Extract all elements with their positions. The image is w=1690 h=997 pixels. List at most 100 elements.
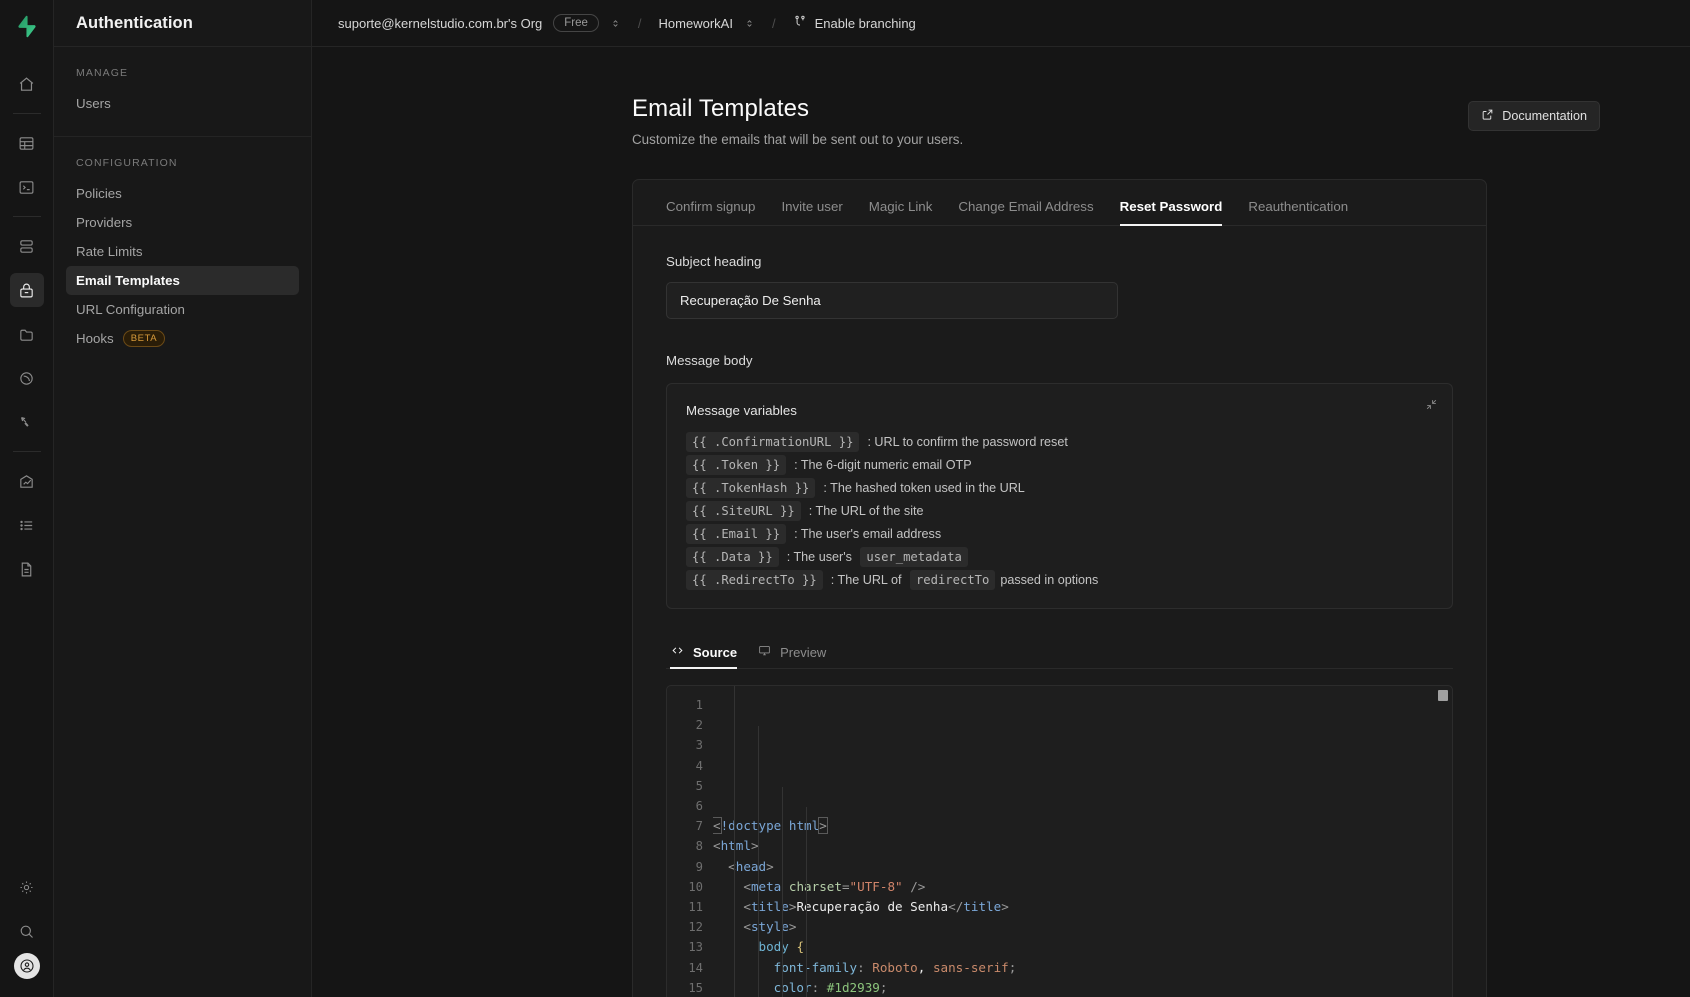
subject-heading-input[interactable]: Recuperação De Senha bbox=[666, 282, 1118, 319]
rail-item-home[interactable] bbox=[10, 67, 44, 101]
sidebar-item-policies[interactable]: Policies bbox=[66, 179, 299, 208]
list-item: {{ .Token }} : The 6-digit numeric email… bbox=[686, 455, 1432, 475]
list-item: {{ .Data }} : The user's user_metadata bbox=[686, 547, 1432, 567]
line-number: 2 bbox=[695, 718, 703, 733]
rail-item-storage[interactable] bbox=[10, 317, 44, 351]
line-number: 5 bbox=[695, 778, 703, 793]
tab-preview[interactable]: Preview bbox=[757, 644, 826, 668]
line-number: 12 bbox=[688, 920, 703, 935]
line-number: 3 bbox=[695, 738, 703, 753]
sidebar-group-label: CONFIGURATION bbox=[76, 157, 178, 169]
breadcrumb-org[interactable]: suporte@kernelstudio.com.br's Org bbox=[338, 16, 542, 31]
documentation-label: Documentation bbox=[1502, 109, 1587, 123]
sidebar-group-label: MANAGE bbox=[76, 67, 129, 79]
breadcrumb-separator: / bbox=[637, 15, 642, 31]
collapse-icon[interactable] bbox=[1425, 398, 1438, 416]
code-text[interactable]: <!doctype html> <html> <head> <meta chars… bbox=[713, 686, 1452, 997]
sidebar-item-url-configuration[interactable]: URL Configuration bbox=[66, 295, 299, 324]
tab-magic-link[interactable]: Magic Link bbox=[869, 199, 933, 225]
list-item: {{ .Email }} : The user's email address bbox=[686, 524, 1432, 544]
variable-description: : The hashed token used in the URL bbox=[823, 481, 1025, 495]
variable-description: : The user's bbox=[786, 550, 856, 564]
line-number: 11 bbox=[688, 900, 703, 915]
email-templates-panel: Confirm signup Invite user Magic Link Ch… bbox=[632, 179, 1487, 997]
rail-item-logs[interactable] bbox=[10, 508, 44, 542]
sidebar-group-configuration: CONFIGURATION Policies Providers Rate Li… bbox=[54, 136, 311, 371]
list-item: {{ .RedirectTo }} : The URL of redirectT… bbox=[686, 570, 1432, 590]
chevron-updown-icon[interactable] bbox=[744, 17, 755, 30]
sidebar-item-label: Email Templates bbox=[76, 273, 180, 288]
enable-branching-label: Enable branching bbox=[814, 15, 916, 31]
tab-reset-password[interactable]: Reset Password bbox=[1119, 199, 1222, 226]
search-icon[interactable] bbox=[10, 914, 44, 948]
app-root: Authentication MANAGE Users CONFIGURATIO… bbox=[0, 0, 1690, 997]
sidebar-item-email-templates[interactable]: Email Templates bbox=[66, 266, 299, 295]
variable-token: {{ .Data }} bbox=[686, 547, 779, 567]
variable-inline-chip: redirectTo bbox=[909, 570, 996, 590]
sidebar-item-providers[interactable]: Providers bbox=[66, 208, 299, 237]
line-number: 9 bbox=[695, 859, 703, 874]
avatar[interactable] bbox=[13, 953, 40, 979]
variable-token: {{ .Email }} bbox=[686, 524, 787, 544]
sidebar-item-users[interactable]: Users bbox=[66, 89, 299, 118]
variable-inline-chip: user_metadata bbox=[860, 547, 968, 567]
sidebar-item-hooks[interactable]: Hooks BETA bbox=[66, 324, 299, 353]
editor-scrollbar-thumb[interactable] bbox=[1438, 690, 1448, 701]
line-number: 13 bbox=[688, 940, 703, 955]
variable-description: : The URL of the site bbox=[808, 504, 924, 518]
variable-description: : The 6-digit numeric email OTP bbox=[794, 458, 972, 472]
breadcrumb-project[interactable]: HomeworkAI bbox=[659, 16, 733, 31]
rail-divider bbox=[12, 216, 41, 217]
sidebar-item-rate-limits[interactable]: Rate Limits bbox=[66, 237, 299, 266]
variable-token: {{ .SiteURL }} bbox=[686, 501, 801, 521]
list-item: {{ .SiteURL }} : The URL of the site bbox=[686, 501, 1432, 521]
rail-divider bbox=[12, 451, 41, 452]
rail-divider bbox=[12, 113, 41, 114]
code-editor[interactable]: 1 2 3 4 5 6 7 8 9 10 11 12 13 14 15 <!do… bbox=[666, 685, 1453, 997]
tab-reauthentication[interactable]: Reauthentication bbox=[1248, 199, 1348, 225]
variable-description: : URL to confirm the password reset bbox=[867, 435, 1068, 449]
supabase-logo-icon[interactable] bbox=[0, 8, 54, 44]
enable-branching-button[interactable]: Enable branching bbox=[793, 14, 916, 32]
template-tabs: Confirm signup Invite user Magic Link Ch… bbox=[633, 180, 1486, 226]
sidebar-item-label: Users bbox=[76, 96, 111, 111]
list-item: {{ .ConfirmationURL }} : URL to confirm … bbox=[686, 432, 1432, 452]
sidebar-item-label: URL Configuration bbox=[76, 302, 185, 317]
line-number: 15 bbox=[688, 980, 703, 995]
line-number: 14 bbox=[688, 960, 703, 975]
branch-icon bbox=[793, 14, 807, 32]
product-sidebar: Authentication MANAGE Users CONFIGURATIO… bbox=[54, 0, 312, 997]
tab-source[interactable]: Source bbox=[670, 644, 738, 669]
tab-change-email-address[interactable]: Change Email Address bbox=[958, 199, 1093, 225]
documentation-button[interactable]: Documentation bbox=[1468, 101, 1600, 131]
rail-item-database[interactable] bbox=[10, 229, 44, 263]
variable-description: : The user's email address bbox=[794, 527, 942, 541]
editor-mode-tabs: Source Preview bbox=[666, 635, 1453, 669]
chevron-updown-icon[interactable] bbox=[610, 17, 621, 30]
gear-icon[interactable] bbox=[10, 870, 44, 904]
sidebar-item-label: Policies bbox=[76, 186, 122, 201]
rail-item-sql-editor[interactable] bbox=[10, 170, 44, 204]
line-number: 4 bbox=[695, 758, 703, 773]
message-body-label: Message body bbox=[666, 353, 753, 368]
message-variables-list: {{ .ConfirmationURL }} : URL to confirm … bbox=[686, 432, 1432, 590]
rail-item-api-docs[interactable] bbox=[10, 552, 44, 586]
tab-source-label: Source bbox=[693, 644, 738, 660]
page-title: Email Templates bbox=[632, 95, 810, 122]
rail-item-authentication[interactable] bbox=[9, 273, 44, 307]
tab-invite-user[interactable]: Invite user bbox=[781, 199, 842, 225]
rail-item-reports[interactable] bbox=[10, 464, 44, 498]
line-number: 1 bbox=[695, 698, 703, 712]
variable-token: {{ .TokenHash }} bbox=[686, 478, 816, 498]
tab-confirm-signup[interactable]: Confirm signup bbox=[666, 199, 755, 225]
rail-item-table-editor[interactable] bbox=[10, 126, 44, 160]
monitor-icon bbox=[757, 644, 772, 660]
variable-token: {{ .ConfirmationURL }} bbox=[686, 432, 860, 452]
rail-item-realtime[interactable] bbox=[10, 405, 44, 439]
message-variables-title: Message variables bbox=[686, 403, 797, 418]
tab-preview-label: Preview bbox=[780, 644, 827, 660]
rail-item-edge-functions[interactable] bbox=[10, 361, 44, 395]
subject-heading-value: Recuperação De Senha bbox=[680, 293, 821, 308]
panel-body: Subject heading Recuperação De Senha Mes… bbox=[633, 226, 1486, 997]
breadcrumb-separator: / bbox=[771, 15, 776, 31]
